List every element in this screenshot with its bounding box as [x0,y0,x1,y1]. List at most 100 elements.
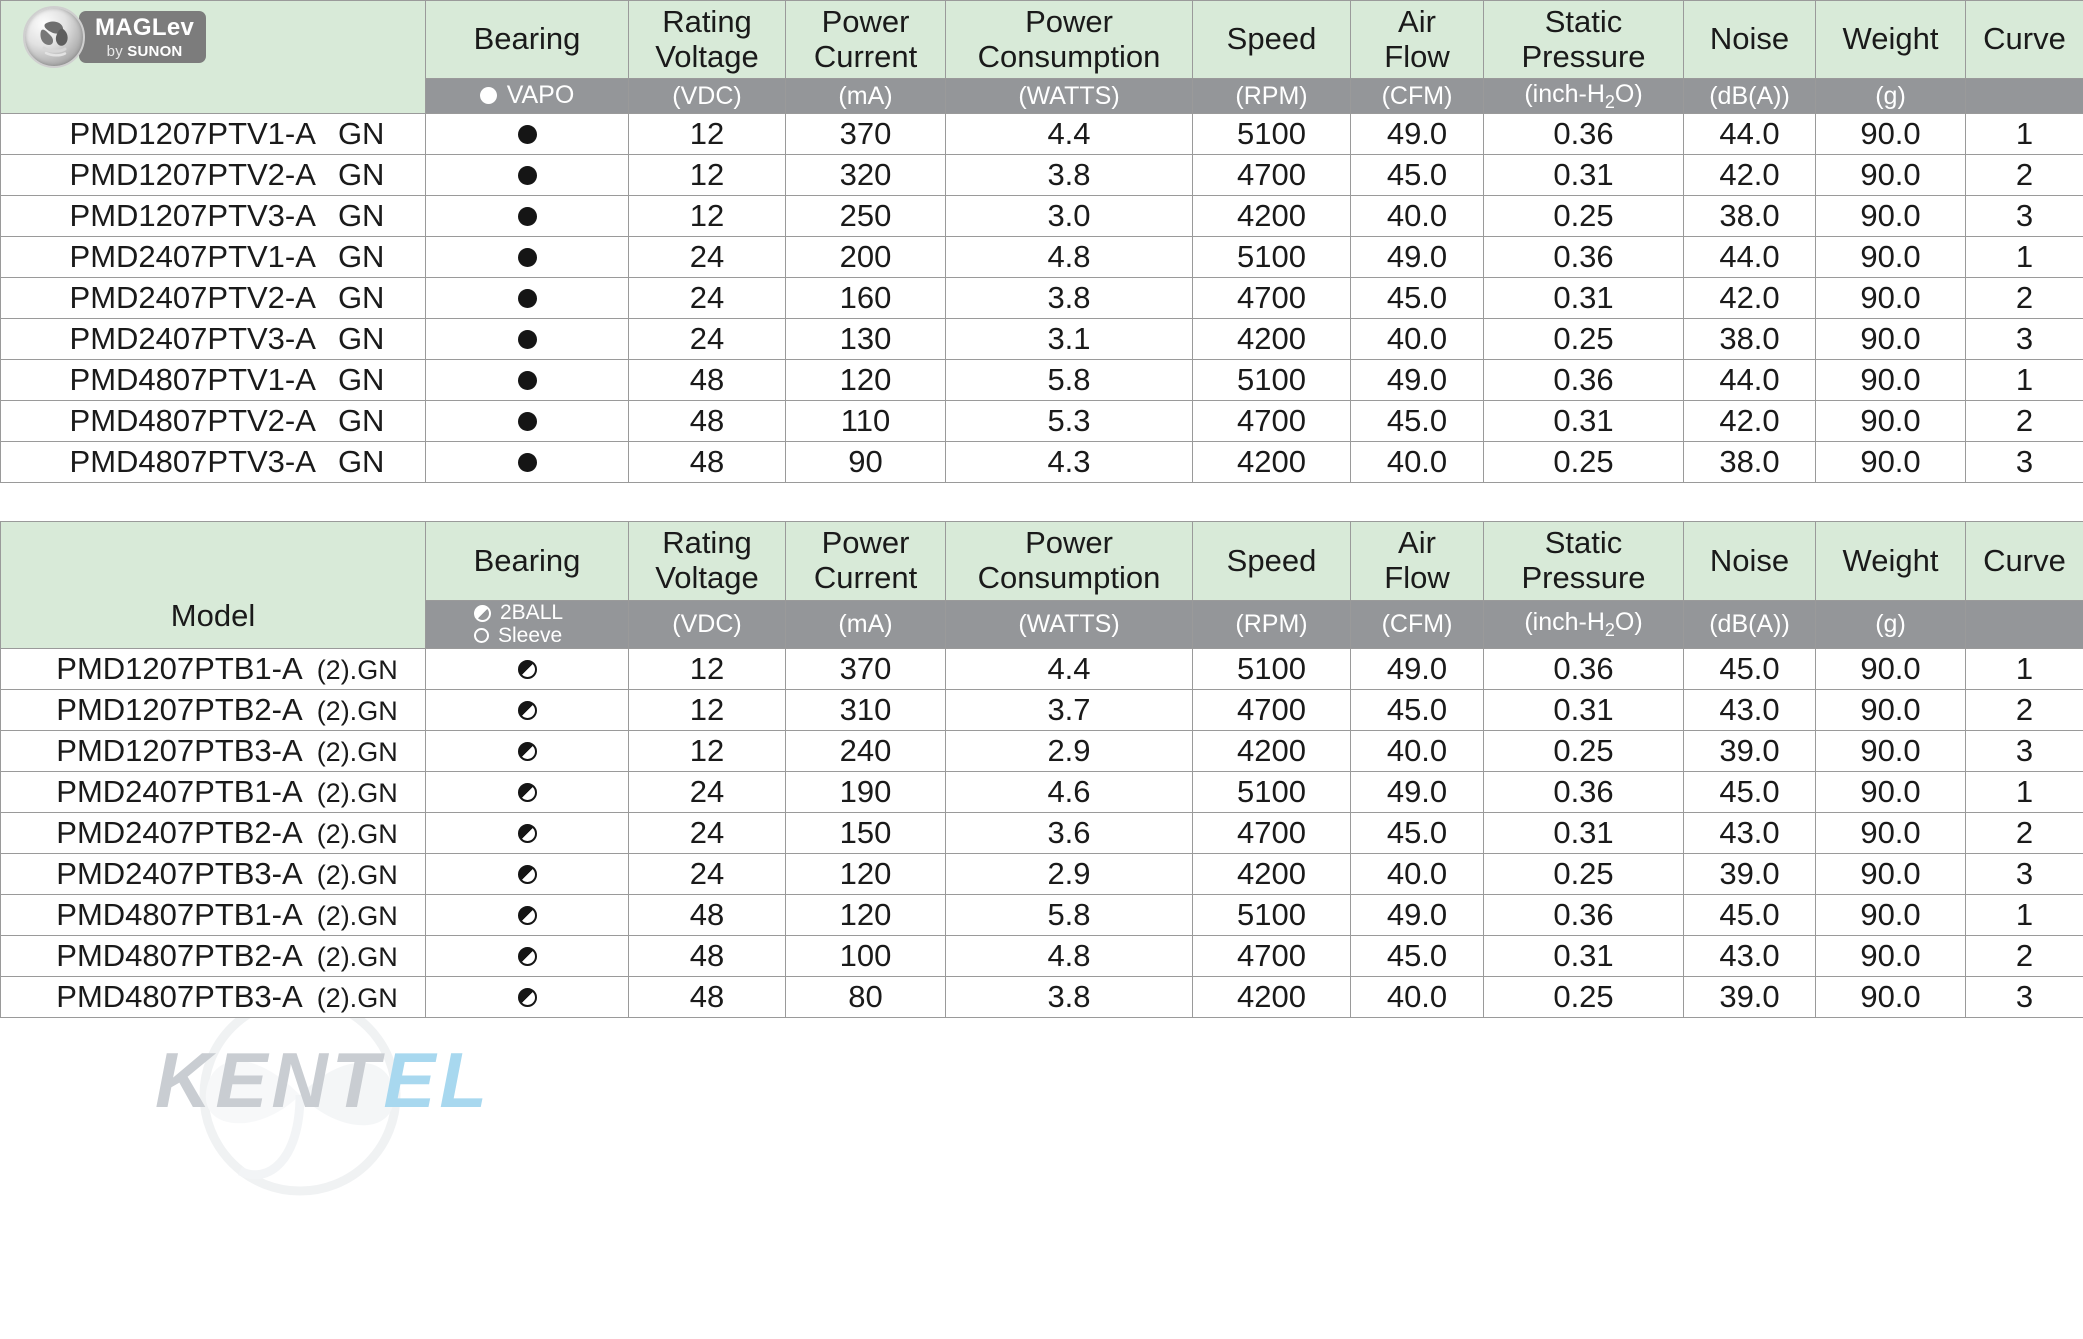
cell-speed: 4200 [1192,730,1351,773]
fan-impeller-icon [23,6,85,68]
cell-bearing [425,976,629,1019]
cell-static-pressure: 0.36 [1483,359,1684,402]
header-title-row: MAGLev by SUNON Bearing Rating Voltage Po… [0,0,2083,115]
unit-air-flow: (CFM) [1350,78,1484,115]
cell-weight: 90.0 [1815,441,1966,484]
col-header-curve: Curve [1965,0,2083,80]
cell-rating-voltage: 24 [628,812,786,855]
cell-air-flow: 40.0 [1350,976,1484,1019]
model-name: PMD2407PTB1-A [56,774,303,810]
cell-rating-voltage: 24 [628,853,786,896]
twoball-bearing-icon [474,604,491,622]
table-row: PMD1207PTV2-A GN 12 320 3.8 4700 45.0 0.31 42.0 9… [0,154,2083,197]
model-name: PMD4807PTV1-A [69,362,316,398]
col-header-static-pressure-2: Static Pressure [1483,521,1684,601]
vapo-bearing-icon [517,207,537,227]
cell-curve: 1 [1965,648,2083,691]
model-suffix: (2).GN [316,860,398,891]
cell-model: PMD1207PTV1-A GN [0,113,426,156]
table-row: PMD1207PTB2-A (2).GN 12 310 3.7 4700 45.0 0.31 4… [0,689,2083,732]
model-name: PMD1207PTB1-A [56,651,303,687]
col-header-power-current: Power Current [785,0,946,80]
cell-power-consumption: 5.8 [945,894,1193,937]
cell-rating-voltage: 48 [628,894,786,937]
cell-power-current: 130 [785,318,946,361]
table-row: PMD2407PTB3-A (2).GN 24 120 2.9 4200 40.0 0.25 3… [0,853,2083,896]
cell-noise: 42.0 [1683,154,1816,197]
vapo-bearing-icon [517,412,537,432]
cell-noise: 38.0 [1683,441,1816,484]
model-suffix: GN [337,444,385,480]
unit-voltage-2: (VDC) [628,599,786,650]
cell-speed: 4700 [1192,400,1351,443]
model-suffix: (2).GN [316,942,398,973]
cell-curve: 3 [1965,730,2083,773]
cell-air-flow: 45.0 [1350,812,1484,855]
col-header-model: Model [0,521,426,650]
cell-power-current: 90 [785,441,946,484]
cell-power-consumption: 5.3 [945,400,1193,443]
cell-model: PMD2407PTV2-A GN [0,277,426,320]
unit-noise: (dB(A)) [1683,78,1816,115]
cell-rating-voltage: 12 [628,195,786,238]
cell-rating-voltage: 48 [628,935,786,978]
cell-bearing [425,359,629,402]
cell-bearing [425,441,629,484]
bearing-legend-vapo: VAPO [425,78,629,115]
cell-static-pressure: 0.25 [1483,318,1684,361]
model-suffix: GN [337,362,385,398]
model-name: PMD4807PTB3-A [56,979,303,1015]
col-header-rating-voltage-2: Rating Voltage [628,521,786,601]
cell-speed: 5100 [1192,894,1351,937]
sleeve-legend-label: Sleeve [498,623,563,647]
model-suffix: (2).GN [316,696,398,727]
model-suffix: GN [337,280,385,316]
model-suffix: (2).GN [316,819,398,850]
twoball-bearing-icon [517,660,537,680]
cell-power-current: 310 [785,689,946,732]
col-header-noise: Noise [1683,0,1816,80]
twoball-legend: 2BALL [474,601,563,625]
cell-model: PMD1207PTV2-A GN [0,154,426,197]
cell-bearing [425,195,629,238]
cell-bearing [425,113,629,156]
model-name: PMD1207PTB3-A [56,733,303,769]
unit-speed: (RPM) [1192,78,1351,115]
cell-air-flow: 40.0 [1350,441,1484,484]
table-row: PMD1207PTV3-A GN 12 250 3.0 4200 40.0 0.25 38.0 9… [0,195,2083,238]
model-suffix: (2).GN [316,983,398,1014]
cell-air-flow: 45.0 [1350,935,1484,978]
cell-bearing [425,812,629,855]
cell-power-current: 120 [785,894,946,937]
cell-noise: 38.0 [1683,195,1816,238]
cell-air-flow: 49.0 [1350,113,1484,156]
model-name: PMD1207PTV2-A [69,157,316,193]
cell-power-current: 370 [785,113,946,156]
brand-byline: by SUNON [106,43,183,60]
model-suffix: GN [337,321,385,357]
vapo-bearing-icon [517,166,537,186]
col-header-weight: Weight [1815,0,1966,80]
vapo-table-header: MAGLev by SUNON Bearing Rating Voltage Po… [0,0,2083,115]
cell-speed: 4700 [1192,689,1351,732]
cell-model: PMD2407PTV1-A GN [0,236,426,279]
spec-sheet-page: MAGLev by SUNON Bearing Rating Voltage Po… [0,0,2083,1339]
cell-power-consumption: 3.6 [945,812,1193,855]
cell-model: PMD4807PTV3-A GN [0,441,426,484]
col-header-power-consumption-2: Power Consumption [945,521,1193,601]
model-name: PMD1207PTB2-A [56,692,303,728]
cell-power-consumption: 4.8 [945,935,1193,978]
col-header-bearing-2: Bearing [425,521,629,601]
cell-noise: 42.0 [1683,277,1816,320]
vapo-legend-label: VAPO [506,81,575,110]
model-suffix: GN [337,403,385,439]
cell-bearing [425,935,629,978]
cell-rating-voltage: 48 [628,400,786,443]
vapo-bearing-icon [517,289,537,309]
cell-static-pressure: 0.31 [1483,277,1684,320]
header-title-row-2: Model Bearing Rating Voltage Power Current… [0,521,2083,650]
cell-air-flow: 40.0 [1350,195,1484,238]
cell-speed: 4200 [1192,318,1351,361]
cell-model: PMD2407PTV3-A GN [0,318,426,361]
col-header-speed-2: Speed [1192,521,1351,601]
